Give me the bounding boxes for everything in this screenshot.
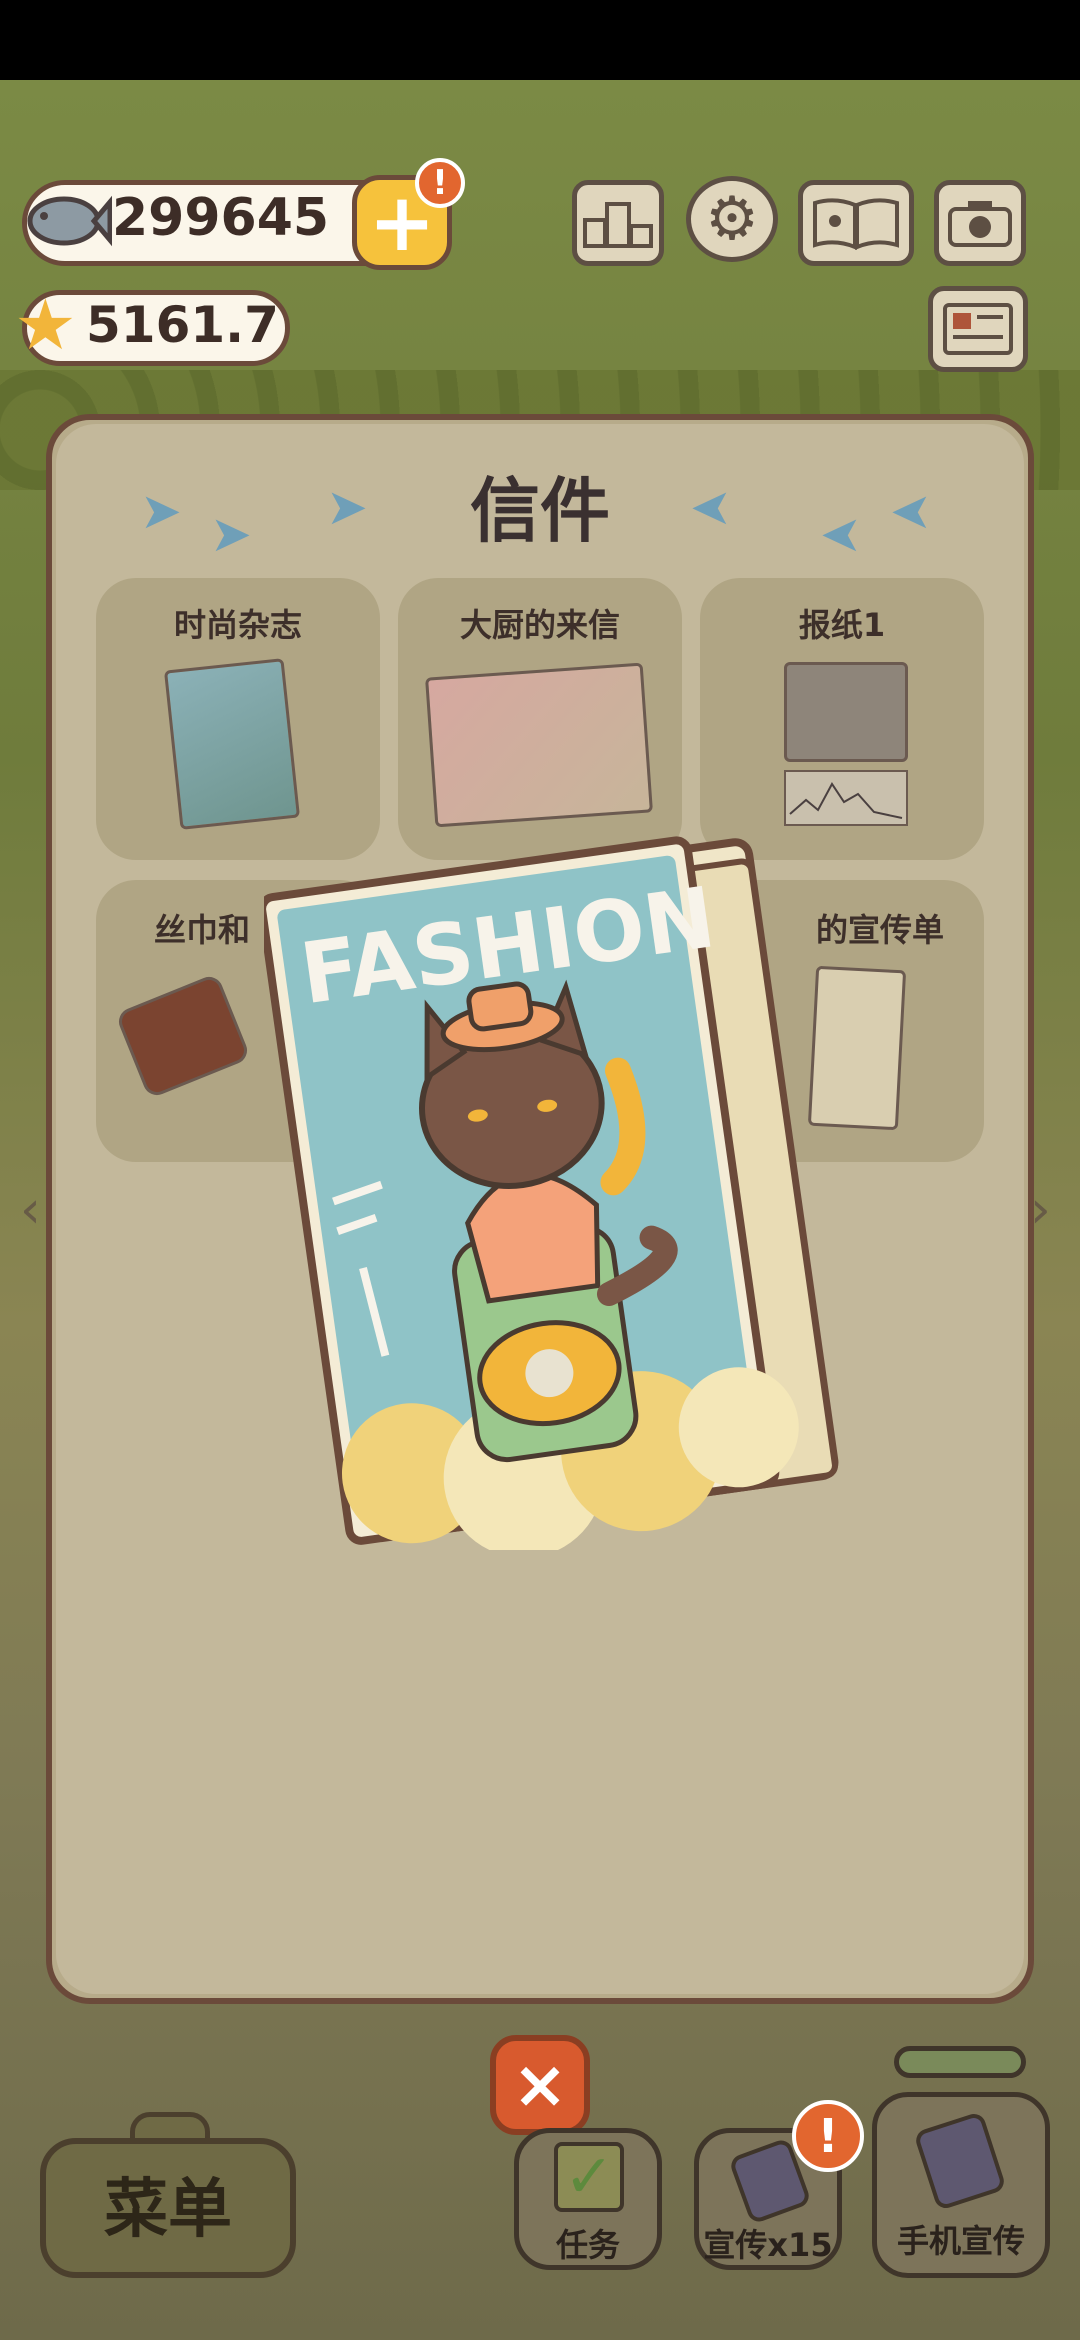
star-icon: ★ [14, 284, 77, 366]
paper-plane-icon: ➤ [820, 505, 862, 563]
settings-icon[interactable]: ⚙ [686, 176, 778, 262]
notification-badge: ! [415, 158, 465, 208]
status-bar [0, 0, 1080, 80]
letter-card-label: 报纸1 [798, 606, 886, 644]
chevron-right-icon[interactable]: › [1030, 1180, 1066, 1240]
letter-card-label: 大厨的来信 [459, 606, 620, 644]
newspaper-icon[interactable] [928, 286, 1028, 372]
paper-plane-icon: ➤ [140, 482, 182, 540]
menu-button-label: 菜单 [104, 2173, 232, 2247]
paper-plane-icon: ➤ [890, 482, 932, 540]
fish-icon [27, 195, 112, 247]
paper-plane-icon: ➤ [690, 478, 732, 536]
progress-bar [894, 2046, 1026, 2078]
camera-icon[interactable] [934, 180, 1026, 266]
fashion-magazine-cover[interactable]: FASHION [264, 830, 854, 1550]
checklist-icon: ✓ [554, 2142, 624, 2212]
phone-promotion-label: 手机宣传 [896, 2222, 1025, 2260]
notification-badge: ! [792, 2100, 864, 2172]
promotion-label: 宣传x15 [703, 2226, 833, 2264]
paper-plane-icon: ➤ [210, 505, 252, 563]
letter-card-label: 时尚杂志 [173, 606, 302, 644]
ranking-icon[interactable] [572, 180, 664, 266]
newspaper-chart-icon [784, 770, 908, 826]
fashion-magazine-icon [163, 658, 301, 830]
chef-letter-icon [425, 662, 653, 828]
star-count: 5161.7 [86, 296, 279, 354]
paper-plane-icon: ➤ [326, 478, 368, 536]
tasks-label: 任务 [555, 2226, 620, 2264]
close-button[interactable]: × [490, 2035, 590, 2135]
book-icon[interactable] [798, 180, 914, 266]
fish-count: 299645 [112, 188, 330, 248]
newspaper-icon [784, 662, 908, 762]
